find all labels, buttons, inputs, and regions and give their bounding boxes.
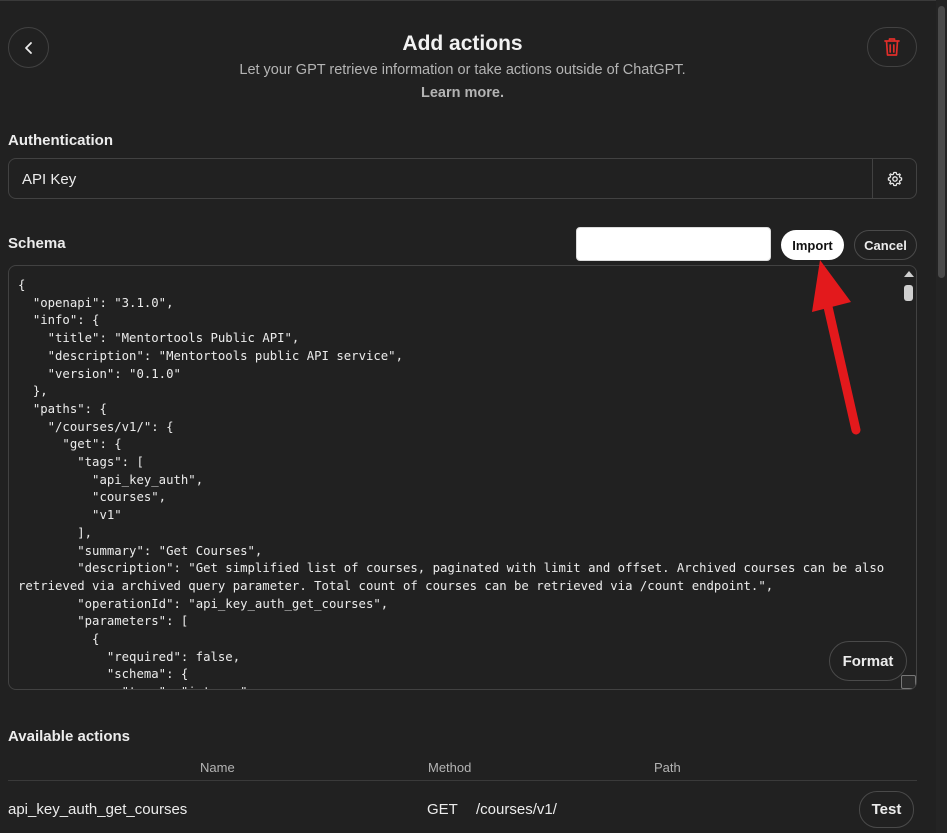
gear-icon [887, 171, 903, 186]
top-divider [0, 0, 936, 1]
import-button[interactable]: Import [781, 230, 844, 260]
page-title: Add actions [402, 32, 523, 55]
column-header-name: Name [200, 760, 235, 775]
page-scrollbar[interactable] [936, 0, 947, 833]
learn-more-link[interactable]: Learn more. [0, 85, 925, 101]
red-arrow-annotation [812, 260, 861, 435]
schema-scrollbar[interactable] [902, 269, 915, 655]
format-button[interactable]: Format [829, 641, 907, 681]
scroll-up-arrow-icon[interactable] [904, 271, 914, 277]
action-path: /courses/v1/ [476, 801, 557, 818]
page-scrollbar-thumb[interactable] [938, 6, 945, 278]
schema-scrollbar-thumb[interactable] [904, 285, 913, 301]
delete-button[interactable] [867, 27, 917, 67]
cancel-button[interactable]: Cancel [854, 230, 917, 260]
import-url-input[interactable] [576, 227, 771, 261]
resize-handle-icon[interactable] [901, 675, 916, 689]
authentication-field[interactable]: API Key [8, 158, 917, 199]
page-subtitle: Let your GPT retrieve information or tak… [239, 62, 686, 78]
action-method: GET [427, 801, 458, 818]
schema-label: Schema [8, 235, 66, 252]
test-action-button[interactable]: Test [859, 791, 914, 828]
authentication-settings-button[interactable] [873, 159, 917, 198]
action-name: api_key_auth_get_courses [8, 801, 188, 818]
authentication-label: Authentication [8, 132, 113, 149]
table-divider [8, 780, 917, 781]
authentication-value: API Key [22, 171, 77, 188]
schema-editor[interactable]: { "openapi": "3.1.0", "info": { "title":… [8, 265, 917, 690]
column-header-path: Path [654, 760, 681, 775]
trash-icon [884, 38, 900, 56]
available-actions-label: Available actions [8, 728, 130, 745]
column-header-method: Method [428, 760, 472, 775]
schema-code-text[interactable]: { "openapi": "3.1.0", "info": { "title":… [18, 277, 898, 689]
